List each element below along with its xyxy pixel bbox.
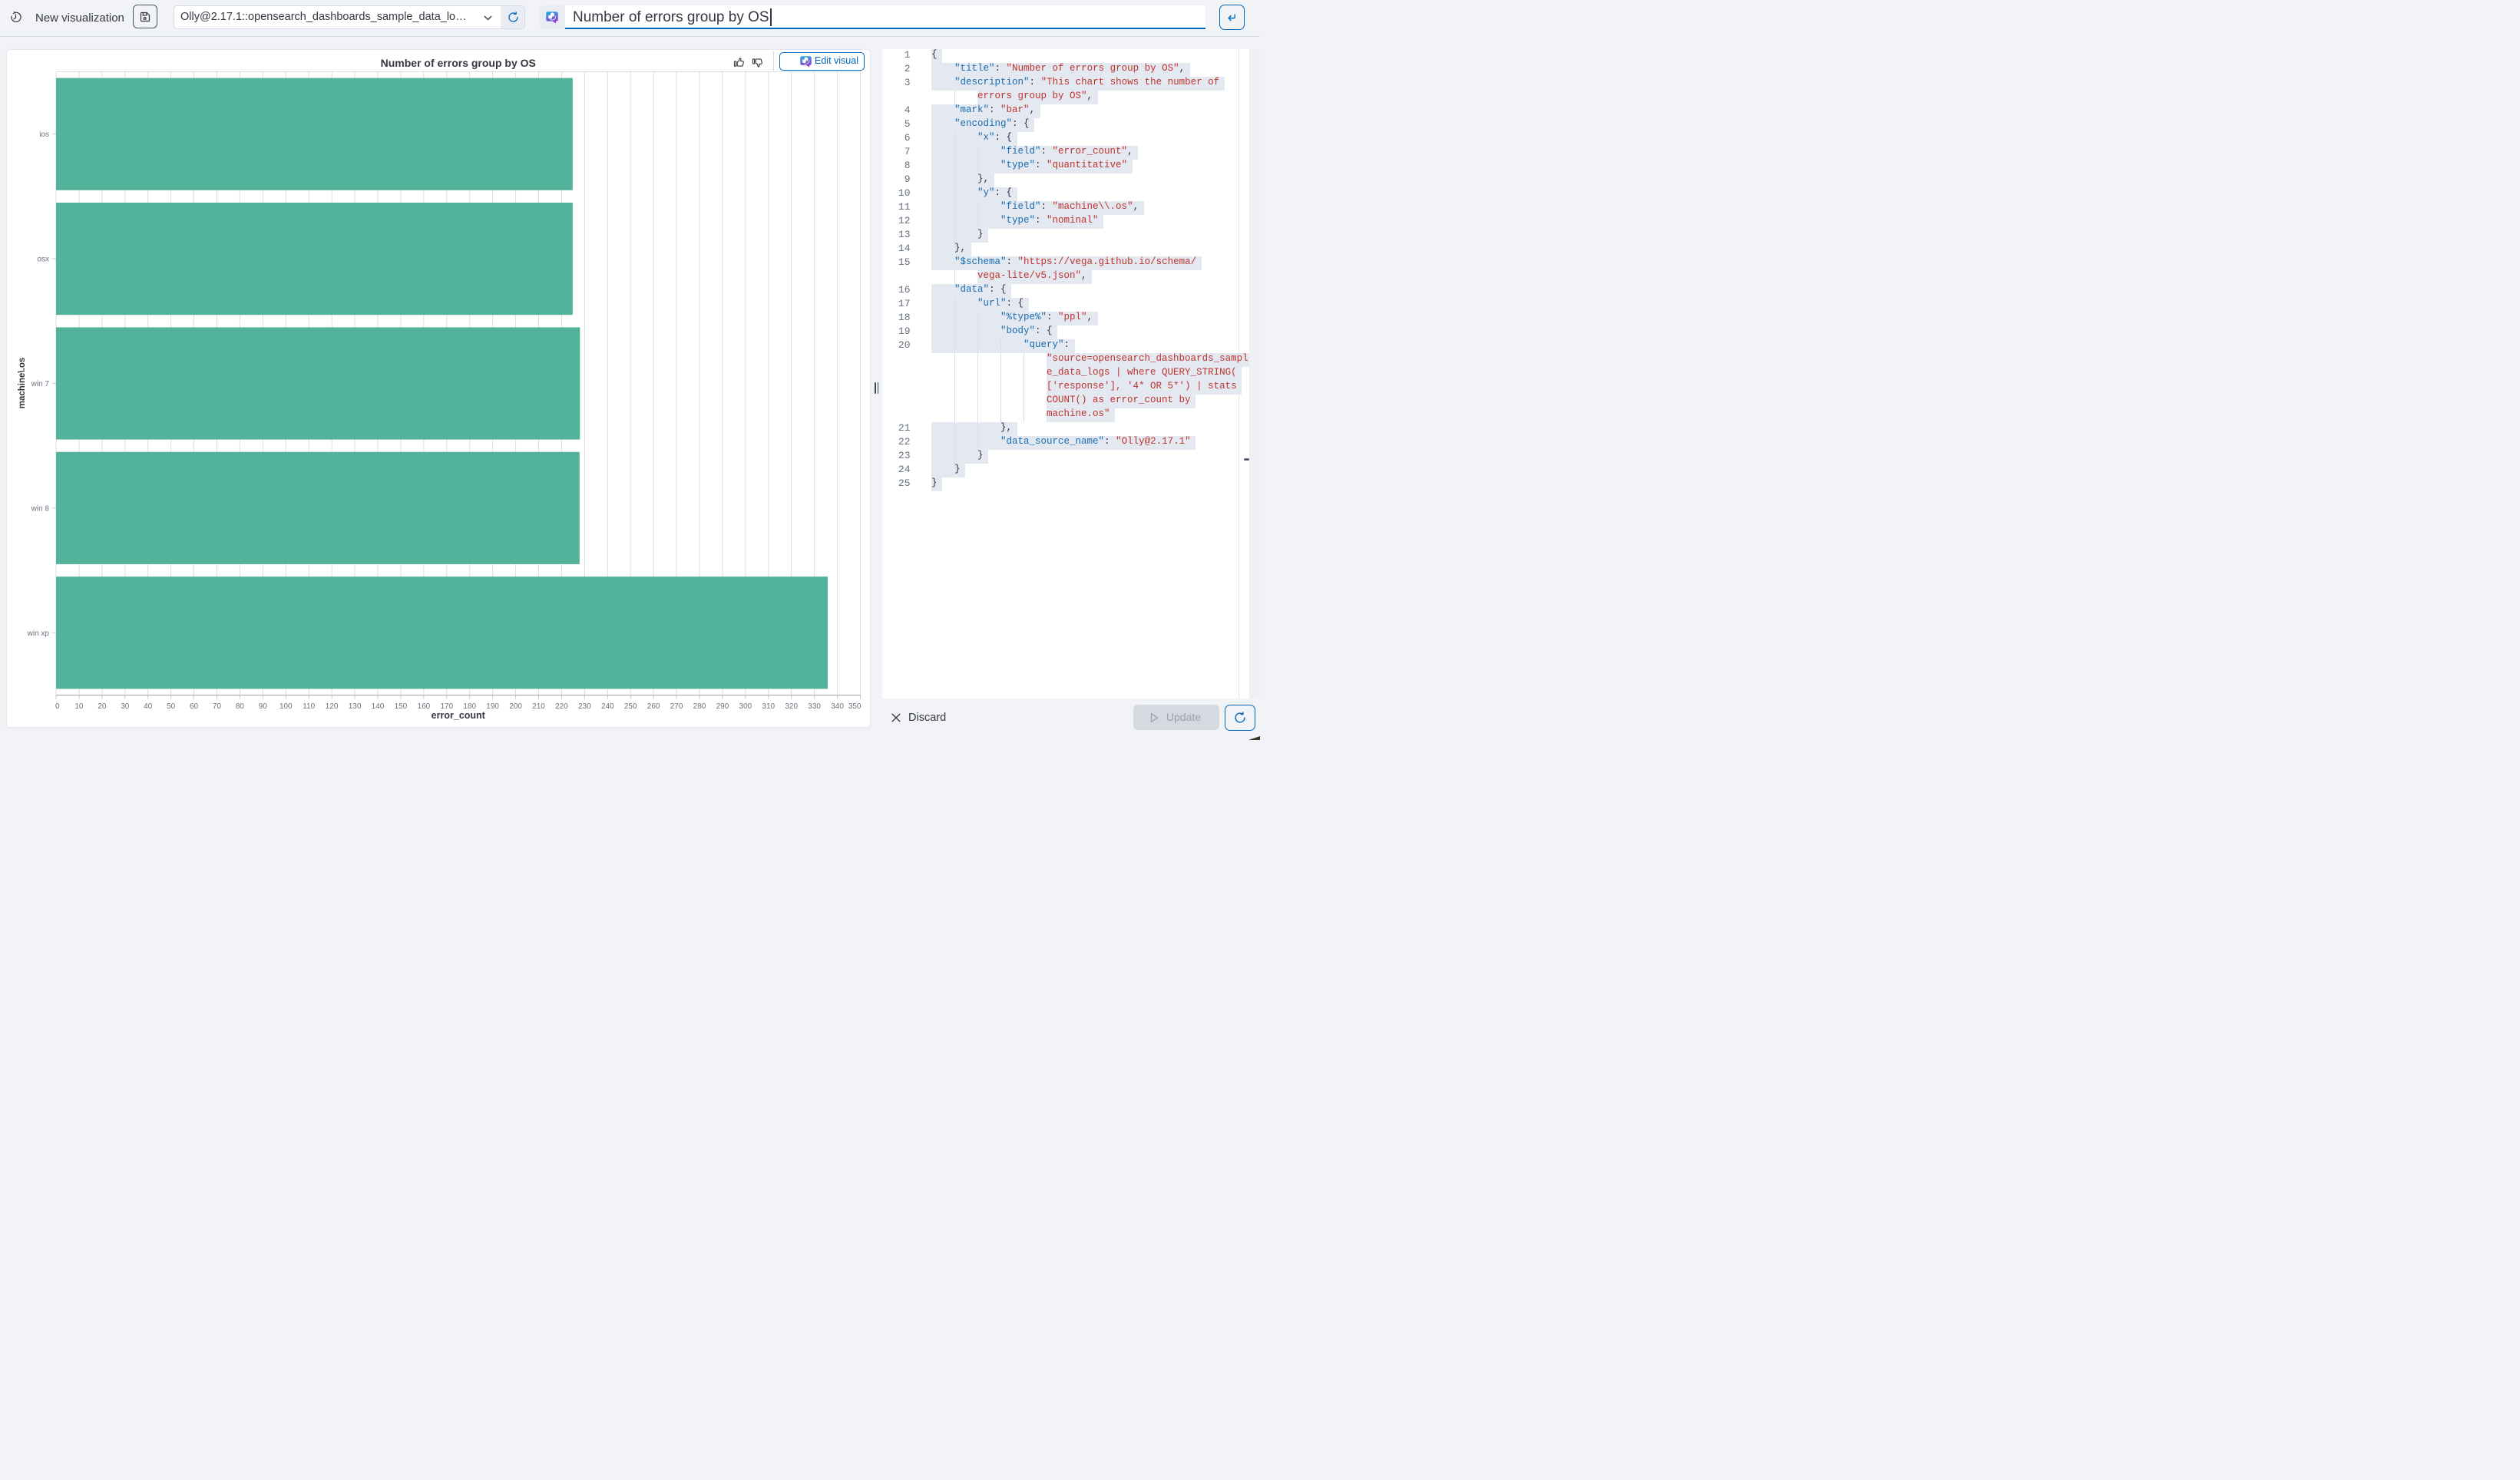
svg-text:340: 340 <box>831 702 844 711</box>
svg-text:310: 310 <box>762 702 775 711</box>
svg-text:150: 150 <box>395 702 408 711</box>
svg-text:240: 240 <box>601 702 614 711</box>
svg-text:220: 220 <box>555 702 568 711</box>
svg-text:120: 120 <box>326 702 339 711</box>
svg-text:60: 60 <box>190 702 199 711</box>
svg-text:260: 260 <box>647 702 660 711</box>
svg-text:10: 10 <box>74 702 84 711</box>
svg-text:osx: osx <box>37 256 49 264</box>
svg-text:130: 130 <box>349 702 362 711</box>
svg-text:80: 80 <box>236 702 245 711</box>
svg-text:160: 160 <box>418 702 431 711</box>
svg-text:290: 290 <box>716 702 729 711</box>
svg-text:250: 250 <box>624 702 637 711</box>
svg-text:230: 230 <box>578 702 591 711</box>
svg-text:win 8: win 8 <box>31 504 50 513</box>
svg-text:ios: ios <box>39 130 49 139</box>
svg-text:300: 300 <box>739 702 752 711</box>
svg-text:Number of errors group by OS: Number of errors group by OS <box>381 57 536 69</box>
svg-text:error_count: error_count <box>432 710 486 721</box>
svg-text:90: 90 <box>259 702 268 711</box>
svg-text:200: 200 <box>509 702 522 711</box>
svg-text:140: 140 <box>372 702 385 711</box>
svg-text:100: 100 <box>279 702 293 711</box>
svg-text:40: 40 <box>144 702 153 711</box>
svg-text:190: 190 <box>486 702 499 711</box>
svg-text:machine\.os: machine\.os <box>18 358 27 408</box>
svg-text:270: 270 <box>670 702 683 711</box>
svg-text:0: 0 <box>55 702 60 711</box>
svg-text:20: 20 <box>98 702 107 711</box>
svg-text:110: 110 <box>303 702 315 711</box>
svg-text:330: 330 <box>808 702 821 711</box>
svg-text:win 7: win 7 <box>31 380 50 388</box>
svg-text:50: 50 <box>167 702 176 711</box>
svg-text:350: 350 <box>848 702 861 711</box>
svg-text:70: 70 <box>213 702 222 711</box>
svg-text:320: 320 <box>785 702 798 711</box>
svg-text:30: 30 <box>121 702 130 711</box>
svg-text:280: 280 <box>693 702 706 711</box>
svg-text:210: 210 <box>532 702 545 711</box>
svg-text:win xp: win xp <box>27 629 50 638</box>
